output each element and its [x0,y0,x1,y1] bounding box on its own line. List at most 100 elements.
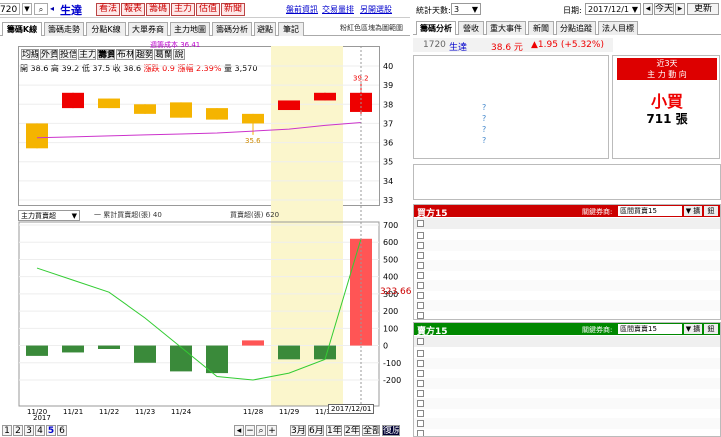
zoom-out-icon[interactable]: − [245,425,255,436]
row-checkbox[interactable] [417,232,424,239]
range-2y[interactable]: 2年 [344,425,360,436]
candle-body [134,104,156,114]
rtab-revenue[interactable]: 營收 [458,21,484,35]
row-checkbox[interactable] [417,312,424,319]
rtab-events[interactable]: 重大事件 [486,21,526,35]
metric-header [414,166,448,184]
row-checkbox[interactable] [417,380,424,387]
y-tick-label: 100 [383,324,398,333]
rtab-news[interactable]: 新聞 [528,21,554,35]
metric-header [551,166,585,184]
row-checkbox[interactable] [417,272,424,279]
page-3[interactable]: 3 [24,425,34,436]
x-tick-label: 11/24 [171,408,192,416]
y-tick-label: 500 [383,255,398,264]
buy-extra-button[interactable]: 鈕 [704,206,718,216]
page-2[interactable]: 2 [13,425,23,436]
range-all[interactable]: 全部 [362,425,380,436]
table-row[interactable] [414,428,720,436]
page-1[interactable]: 1 [2,425,12,436]
scroll-left-icon[interactable]: ◂ [234,425,244,436]
today-button[interactable]: 今天 [654,3,674,15]
x-tick-label: 11/29 [279,408,299,416]
sell-filter-select[interactable]: 區間賣賣15 [618,324,682,334]
row-checkbox[interactable] [417,400,424,407]
x-tick-label: 11/22 [99,408,119,416]
buy-filter-select[interactable]: 區間買賣15 [618,206,682,216]
cursor-value: 323.66 [380,287,412,297]
net-bar [206,345,228,374]
zoom-icon[interactable]: ⌕ [256,425,266,436]
row-checkbox[interactable] [417,430,424,436]
cursor-date: 2017/12/01 [328,404,375,414]
range-3m[interactable]: 3月 [290,425,306,436]
net-bar [98,345,120,349]
date-input[interactable]: 2017/12/1 ▼ [585,3,641,15]
y-tick-label: 400 [383,273,398,282]
row-checkbox[interactable] [417,360,424,367]
y-tick-label: 600 [383,238,398,247]
net-bar [62,345,84,353]
y-tick-label: 33 [383,196,393,205]
candle-body [26,123,48,149]
indicator-dropdown[interactable]: 主力買賣超 ▼ [18,210,80,221]
range-1y[interactable]: 1年 [326,425,342,436]
y-tick-label: 39 [383,81,393,90]
row-checkbox[interactable] [417,350,424,357]
quote-change: ▲1.95 (+5.32%) [531,40,604,50]
row-checkbox[interactable] [417,420,424,427]
sell-filter-label: 關鍵券商: [582,326,613,334]
row-checkbox[interactable] [417,370,424,377]
y-tick-label: 0 [383,342,388,351]
metric-header [654,166,688,184]
y-tick-label: 200 [383,307,398,316]
row-checkbox[interactable] [417,302,424,309]
buy-expand-button[interactable]: ▼ 擴 [684,206,702,216]
stat-days-select[interactable]: 3 ▼ [451,3,481,15]
page-4[interactable]: 4 [35,425,45,436]
y-tick-label: 35 [383,158,393,167]
prev-date-button[interactable]: ◂ [643,3,653,15]
year-label: 2017 [33,414,51,422]
next-date-button[interactable]: ▸ [675,3,685,15]
row-checkbox[interactable] [417,262,424,269]
legend-cumulative: 一 累計買賣超(張) 40 [94,211,162,219]
table-row[interactable] [414,310,720,319]
rtab-branch-track[interactable]: 分點追蹤 [556,21,596,35]
table-header [414,336,720,347]
quote-bar: 1720 生達 38.6 元 ▲1.95 (+5.32%) [413,38,613,53]
row-checkbox[interactable] [417,410,424,417]
row-checkbox[interactable] [417,282,424,289]
reset-button[interactable]: 復原 [382,425,400,436]
metric-header [688,166,721,184]
candle-body [278,100,300,111]
range-6m[interactable]: 6月 [308,425,324,436]
sell-expand-button[interactable]: ▼ 擴 [684,324,702,334]
select-all-checkbox[interactable] [417,220,424,227]
row-checkbox[interactable] [417,252,424,259]
candle-body [242,113,264,124]
quote-code: 1720 [423,40,446,50]
select-all-checkbox[interactable] [417,338,424,345]
y-tick-label: 700 [383,221,398,230]
lower-panel-header: 主力買賣超 ▼ 一 累計買賣超(張) 40 買賣超(張) 620 [18,210,380,222]
row-checkbox[interactable] [417,242,424,249]
page-5[interactable]: 5 [46,425,56,436]
row-checkbox[interactable] [417,390,424,397]
rtab-inst-target[interactable]: 法人目標 [598,21,638,35]
row-checkbox[interactable] [417,292,424,299]
help-icon: ? [482,114,487,123]
zoom-in-icon[interactable]: + [267,425,277,436]
mainforce-amount: 711 張 [646,112,688,126]
quote-name: 生達 [449,43,468,53]
legend-net: 買賣超(張) 620 [230,211,280,219]
mainforce-action: 小買 [650,92,683,111]
refresh-button[interactable]: 更新 [687,3,719,15]
metric-header [585,166,619,184]
rtab-chip-analysis[interactable]: 籌碼分析 [416,21,456,35]
page-6[interactable]: 6 [57,425,67,436]
buy-table: 買方15 關鍵券商: 區間買賣15 ▼ 擴 鈕 [413,204,721,320]
help-icon: ? [482,136,487,145]
help-icon: ? [482,125,487,134]
sell-extra-button[interactable]: 鈕 [704,324,718,334]
